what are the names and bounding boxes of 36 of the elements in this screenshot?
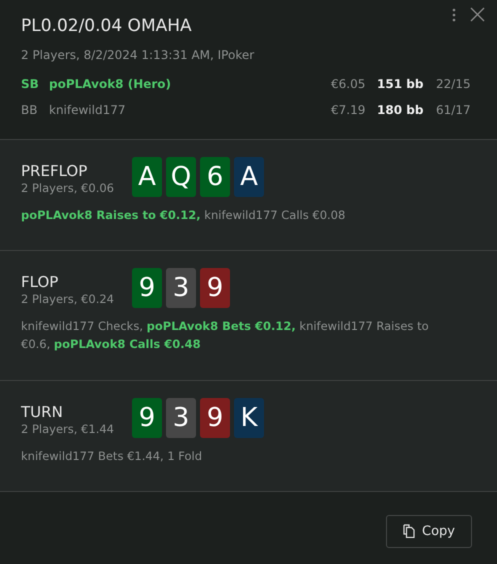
playing-card: 9 (200, 268, 230, 308)
playing-card: A (132, 157, 162, 197)
player-name: knifewild177 (49, 103, 126, 117)
player-bb: 151 bb (377, 77, 424, 91)
action-line: knifewild177 Bets €1.44, 1 Fold (21, 448, 204, 465)
player-stack: €6.05 (331, 77, 366, 91)
more-icon[interactable] (452, 8, 456, 22)
action-line: poPLAvok8 Raises to €0.12, knifewild177 Calls €0.08 (21, 207, 346, 224)
playing-card: Q (166, 157, 196, 197)
player-position: BB (21, 103, 38, 117)
copy-icon (403, 524, 416, 538)
playing-card: 9 (132, 268, 162, 308)
street-info: 2 Players, €0.06 (21, 181, 115, 195)
street-name: FLOP (21, 273, 60, 291)
playing-card: 9 (132, 398, 162, 438)
hand-title: PL0.02/0.04 OMAHA (21, 16, 193, 36)
hand-subtitle: 2 Players, 8/2/2024 1:13:31 AM, IPoker (21, 48, 256, 62)
playing-card: 3 (166, 268, 196, 308)
street-name: TURN (21, 403, 64, 421)
street-info: 2 Players, €1.44 (21, 422, 115, 436)
action-line: knifewild177 Checks, poPLAvok8 Bets €0.12, knifewild177 Raises to €0.6, poPLAvok8 Calls €0.48 (21, 318, 430, 353)
player-stack: €7.19 (331, 103, 366, 117)
player-stats: 61/17 (436, 103, 472, 117)
player-bb: 180 bb (377, 103, 424, 117)
playing-card: K (234, 398, 264, 438)
playing-card: A (234, 157, 264, 197)
player-position: SB (21, 77, 40, 91)
player-stats: 22/15 (436, 77, 472, 91)
street-info: 2 Players, €0.24 (21, 292, 115, 306)
close-icon[interactable] (470, 7, 485, 22)
playing-card: 3 (166, 398, 196, 438)
player-name: poPLAvok8 (Hero) (49, 77, 172, 91)
playing-card: 6 (200, 157, 230, 197)
copy-button[interactable]: Copy (386, 514, 472, 548)
street-name: PREFLOP (21, 162, 88, 180)
playing-card: 9 (200, 398, 230, 438)
